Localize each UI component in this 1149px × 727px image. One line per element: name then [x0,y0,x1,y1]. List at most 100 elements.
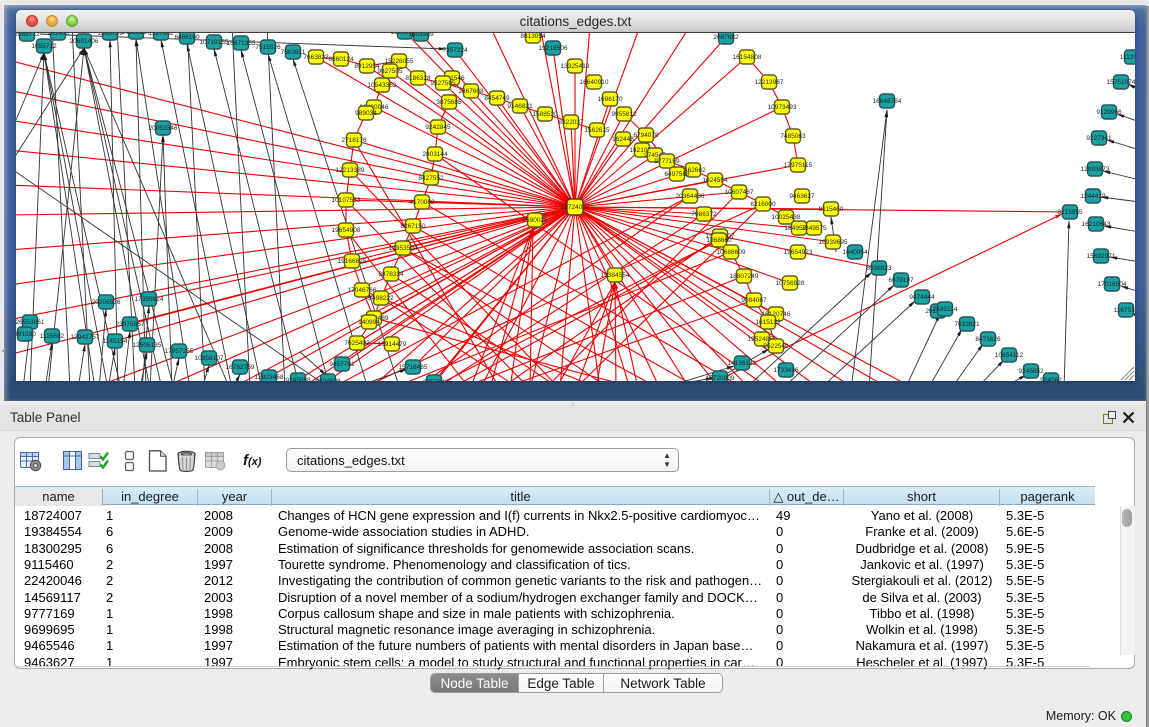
svg-text:13353594: 13353594 [389,245,418,252]
svg-text:19654923: 19654923 [784,249,813,256]
svg-text:9084067: 9084067 [741,297,767,304]
svg-text:1145194: 1145194 [103,338,128,345]
svg-text:8912954: 8912954 [354,63,380,70]
svg-text:16210643: 16210643 [1082,221,1111,228]
svg-text:20053346: 20053346 [149,125,178,132]
svg-text:2635114: 2635114 [933,306,958,313]
svg-text:1624554: 1624554 [702,177,728,184]
svg-text:9457791: 9457791 [329,361,355,368]
svg-text:9527505: 9527505 [430,80,456,87]
svg-text:6794078: 6794078 [633,132,659,139]
svg-text:1849575: 1849575 [801,225,827,232]
svg-text:1696170: 1696170 [597,96,623,103]
svg-text:17975115: 17975115 [784,162,813,169]
svg-text:10688609: 10688609 [717,249,746,256]
svg-text:10958107: 10958107 [195,355,224,362]
svg-text:19218506: 19218506 [539,45,568,52]
svg-text:20364436: 20364436 [676,193,705,200]
svg-text:9242845: 9242845 [425,124,451,131]
svg-text:7663822: 7663822 [303,54,329,61]
svg-text:12093873: 12093873 [1081,166,1110,173]
svg-text:1115682: 1115682 [40,333,65,340]
svg-text:10654112: 10654112 [995,352,1024,359]
svg-text:9245652: 9245652 [1018,368,1044,375]
svg-text:1640954: 1640954 [842,249,868,256]
svg-text:15692971: 15692971 [1087,253,1116,260]
svg-text:9324508: 9324508 [315,378,341,381]
svg-text:140994: 140994 [358,319,380,326]
svg-text:2803144: 2803144 [422,151,448,158]
svg-text:7357224: 7357224 [442,47,468,54]
svg-text:7625402: 7625402 [344,340,370,347]
svg-text:15751074: 15751074 [1107,79,1135,86]
svg-text:16671355: 16671355 [227,40,256,47]
svg-text:26553061: 26553061 [16,319,45,326]
svg-text:2522540: 2522540 [763,343,789,350]
svg-text:16648784: 16648784 [873,98,902,105]
svg-text:1527602: 1527602 [148,33,174,37]
svg-text:15716485: 15716485 [399,364,428,371]
svg-text:9777169: 9777169 [654,158,680,165]
svg-text:9463627: 9463627 [789,193,815,200]
svg-text:17957255: 17957255 [165,348,194,355]
svg-text:7986372: 7986372 [691,211,717,218]
svg-text:8427552: 8427552 [418,175,444,182]
svg-text:16939695: 16939695 [819,239,848,246]
svg-text:2087682: 2087682 [713,34,739,41]
svg-text:15720909: 15720909 [706,375,735,381]
svg-text:6216000: 6216000 [750,201,776,208]
svg-text:12213389: 12213389 [336,167,365,174]
svg-text:8860124: 8860124 [328,56,354,63]
svg-text:1733426: 1733426 [773,367,799,374]
svg-text:14136141: 14136141 [728,360,757,367]
svg-text:10973493: 10973493 [768,104,797,111]
svg-text:10025438: 10025438 [772,214,801,221]
svg-text:19384554: 19384554 [601,272,630,279]
svg-text:2718176: 2718176 [341,137,367,144]
svg-text:8878334: 8878334 [378,271,404,278]
svg-text:161406: 161406 [47,33,69,37]
svg-text:162448: 162448 [612,136,634,143]
svg-text:18807249: 18807249 [730,273,759,280]
svg-text:8454749: 8454749 [484,95,510,102]
svg-text:391590: 391590 [16,331,36,338]
svg-text:13325419: 13325419 [561,63,590,70]
svg-text:1603389: 1603389 [408,33,434,38]
svg-text:17046766: 17046766 [348,287,377,294]
svg-text:12505135: 12505135 [133,342,162,349]
svg-text:9129966: 9129966 [1096,109,1122,116]
svg-text:3875685: 3875685 [436,99,462,106]
svg-text:10756928: 10756928 [776,280,805,287]
svg-text:9227341: 9227341 [1086,135,1112,142]
svg-text:19166825: 19166825 [338,258,367,265]
svg-text:16782759: 16782759 [226,364,255,371]
svg-text:17016504: 17016504 [1098,281,1127,288]
svg-text:6679197: 6679197 [888,277,914,284]
svg-text:1055712: 1055712 [31,43,57,50]
svg-text:1562615: 1562615 [584,127,610,134]
svg-text:16640910: 16640910 [580,79,609,86]
svg-text:2867608: 2867608 [458,88,484,95]
svg-text:18724007: 18724007 [561,204,590,211]
svg-text:2055712: 2055712 [16,33,40,38]
svg-text:924562: 924562 [1040,377,1062,381]
svg-text:9827505: 9827505 [377,68,403,75]
svg-text:989034: 989034 [355,110,377,117]
svg-text:1588520: 1588520 [532,111,558,118]
svg-text:10107553: 10107553 [332,197,361,204]
svg-text:835704: 835704 [423,379,445,381]
svg-text:5498222: 5498222 [368,295,394,302]
svg-text:10719155: 10719155 [200,39,229,46]
svg-text:8267150: 8267150 [400,223,426,230]
svg-text:16154808: 16154808 [733,54,762,61]
svg-text:12213967: 12213967 [755,79,784,86]
svg-text:8938923: 8938923 [866,265,892,272]
svg-text:8471626: 8471626 [975,336,1001,343]
svg-text:9115460: 9115460 [819,206,844,213]
svg-text:7485063: 7485063 [780,133,806,140]
svg-text:8186328: 8186328 [405,75,431,82]
svg-text:9955812: 9955812 [611,111,637,118]
svg-text:9245088: 9245088 [285,377,311,381]
svg-text:12942757: 12942757 [71,334,100,341]
svg-text:7515526: 7515526 [255,44,281,51]
